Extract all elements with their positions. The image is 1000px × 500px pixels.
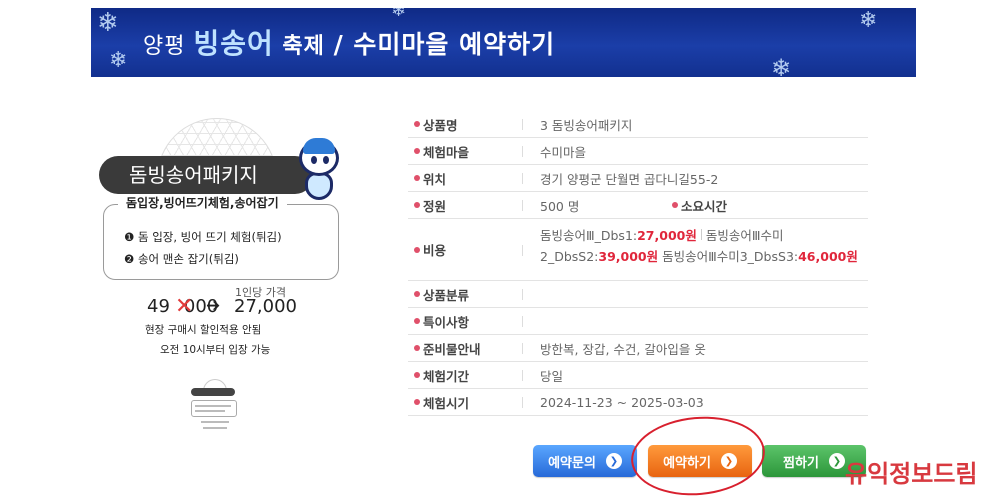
product-image-card: 돔빙송어패키지 돔입장,빙어뜨기체험,송어잡기 ❶ 돔 입장, 빙어 뜨기 체험… (95, 118, 345, 358)
info-label: 체험시기 (414, 389, 469, 415)
chevron-right-icon: ❯ (828, 453, 845, 469)
info-label: 준비물안내 (414, 335, 481, 361)
info-label: 비용 (414, 219, 446, 280)
info-value: 당일 (540, 368, 564, 384)
info-label-text: 소요시간 (681, 198, 728, 214)
bullet-icon (414, 345, 420, 351)
info-label: 체험기간 (414, 362, 469, 388)
info-label-text: 체험기간 (423, 368, 470, 384)
info-label-text: 위치 (423, 171, 447, 187)
bullet-icon (414, 175, 420, 181)
package-contents-box: 돔입장,빙어뜨기체험,송어잡기 ❶ 돔 입장, 빙어 뜨기 체험(튀김) ❷ 송… (103, 194, 339, 280)
top-banner: ❄ ❄ ❄ ❄ ❄ 양평 빙송어 축제 / 수미마을 예약하기 (91, 8, 916, 77)
banner-title-part: 축제 (273, 34, 334, 59)
info-label: 위치 (414, 165, 446, 191)
info-value: 3 돔빙송어패키지 (540, 117, 633, 133)
info-value: 500 명 (540, 198, 580, 214)
bullet-icon (414, 372, 420, 378)
entry-time-note: 오전 10시부터 입장 가능 (160, 344, 271, 356)
info-value: 방한복, 장갑, 수건, 갈아입을 옷 (540, 341, 706, 357)
info-label: 특이사항 (414, 308, 469, 334)
info-row-cost: 비용 돔빙송어Ⅲ_Dbs1:27,000원 돔빙송어Ⅲ수미2_DbsS2:39,0… (408, 219, 868, 281)
bullet-icon (672, 202, 678, 208)
info-row-location: 위치 경기 양평군 단월면 곱다니길55-2 (408, 165, 868, 192)
button-label: 예약하기 (663, 455, 711, 471)
product-name-pill: 돔빙송어패키지 (99, 156, 314, 194)
info-label: 상품분류 (414, 281, 469, 307)
package-contents-title: 돔입장,빙어뜨기체험,송어잡기 (118, 194, 287, 211)
info-row-time: 체험시기 2024-11-23 ~ 2025-03-03 (408, 389, 868, 416)
watermark: 유익정보드림 (845, 460, 978, 488)
package-item: ❷ 송어 맨손 잡기(튀김) (124, 252, 239, 266)
info-value-cost: 돔빙송어Ⅲ_Dbs1:27,000원 돔빙송어Ⅲ수미2_DbsS2:39,000원… (540, 225, 868, 286)
button-label: 찜하기 (783, 455, 819, 471)
banner-title-highlight: 빙송어 (193, 27, 274, 60)
info-label-text: 특이사항 (423, 314, 470, 330)
info-label-text: 체험마을 (423, 144, 470, 160)
chevron-right-icon: ❯ (605, 453, 622, 469)
info-row-period: 체험기간 당일 (408, 362, 868, 389)
info-label-text: 정원 (423, 198, 447, 214)
mascot-icon (293, 138, 341, 202)
cost-item-price: 27,000원 (637, 228, 697, 243)
cost-item-price: 39,000원 (598, 249, 659, 264)
new-price: 27,000 (234, 296, 297, 317)
info-row-product-name: 상품명 3 돔빙송어패키지 (408, 111, 868, 138)
info-row-capacity: 정원 500 명 소요시간 (408, 192, 868, 219)
bullet-icon (414, 246, 420, 253)
arrow-right-icon: ➔ (206, 296, 221, 316)
bullet-icon (414, 202, 420, 208)
discount-note: 현장 구매시 할인적용 안됨 (145, 324, 262, 336)
info-row-village: 체험마을 수미마을 (408, 138, 868, 165)
cost-item-name: 돔빙송어Ⅲ_Dbs1: (540, 228, 638, 243)
info-label: 정원 (414, 192, 446, 218)
button-label: 예약문의 (548, 455, 596, 471)
product-thumbnail[interactable] (187, 379, 243, 437)
banner-title-part: 양평 (143, 34, 194, 59)
banner-title: 양평 빙송어 축제 / 수미마을 예약하기 (143, 22, 555, 62)
snowflake-icon: ❄ (109, 48, 128, 73)
snowflake-icon: ❄ (97, 8, 119, 38)
info-value: 수미마을 (540, 144, 587, 160)
strike-mark-icon: ✕ (175, 294, 194, 319)
snowflake-icon: ❄ (391, 8, 407, 21)
snowflake-icon: ❄ (771, 54, 792, 77)
info-value: 2024-11-23 ~ 2025-03-03 (540, 394, 704, 410)
bullet-icon (414, 121, 420, 127)
info-label-text: 비용 (423, 243, 447, 258)
chevron-right-icon: ❯ (720, 453, 737, 469)
reservation-inquiry-button[interactable]: 예약문의 ❯ (533, 445, 637, 477)
info-row-prep: 준비물안내 방한복, 장갑, 수건, 갈아입을 옷 (408, 335, 868, 362)
product-info-table: 상품명 3 돔빙송어패키지 체험마을 수미마을 위치 경기 양평군 단월면 곱다… (408, 111, 868, 416)
info-row-category: 상품분류 (408, 281, 868, 308)
info-value: 경기 양평군 단월면 곱다니길55-2 (540, 171, 719, 187)
info-row-special: 특이사항 (408, 308, 868, 335)
info-label-text: 준비물안내 (423, 341, 481, 357)
bullet-icon (414, 291, 420, 297)
bullet-icon (414, 148, 420, 154)
snowflake-icon: ❄ (859, 8, 878, 33)
info-label: 체험마을 (414, 138, 469, 164)
banner-title-part: / 수미마을 예약하기 (333, 30, 556, 59)
info-label-text: 상품분류 (423, 287, 470, 303)
reserve-button[interactable]: 예약하기 ❯ (648, 445, 752, 477)
info-label: 상품명 (414, 111, 458, 137)
bullet-icon (414, 399, 420, 405)
package-item: ❶ 돔 입장, 빙어 뜨기 체험(튀김) (124, 230, 282, 244)
cost-item-name: 돔빙송어Ⅲ수미3_DbsS3: (662, 249, 799, 264)
old-price-a: 49 (147, 296, 170, 317)
info-label-text: 상품명 (423, 117, 458, 133)
cost-item-price: 46,000원 (798, 249, 858, 264)
info-label-text: 체험시기 (423, 395, 470, 411)
bullet-icon (414, 318, 420, 324)
info-label-duration: 소요시간 (672, 192, 727, 218)
